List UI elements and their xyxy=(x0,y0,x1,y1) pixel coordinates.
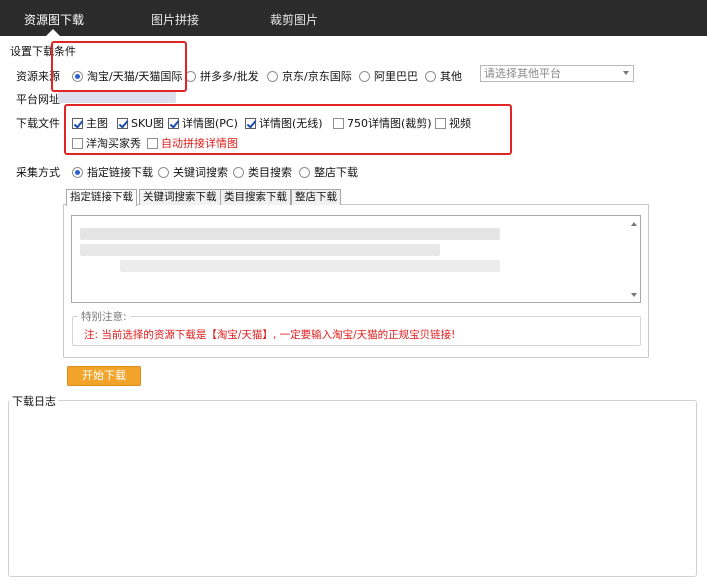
checkbox-checked-icon xyxy=(245,118,256,129)
checkbox-icon xyxy=(435,118,446,129)
checkbox-icon xyxy=(72,138,83,149)
collect-mode-label: 采集方式 xyxy=(16,166,60,179)
source-option-jd[interactable]: 京东/京东国际 xyxy=(267,68,352,84)
tab-resource-download[interactable]: 资源图下载 xyxy=(24,11,84,28)
checkbox-icon xyxy=(147,138,158,149)
checkbox-checked-icon xyxy=(72,118,83,129)
subtab-store-download[interactable]: 整店下载 xyxy=(291,189,341,205)
active-tab-caret-icon xyxy=(46,29,60,36)
radio-icon xyxy=(185,71,196,82)
scroll-up-icon[interactable] xyxy=(631,222,637,226)
checkbox-checked-icon xyxy=(117,118,128,129)
download-log-title: 下载日志 xyxy=(12,395,56,408)
radio-icon xyxy=(267,71,278,82)
radio-icon xyxy=(425,71,436,82)
file-option-video[interactable]: 视频 xyxy=(435,115,471,131)
file-option-sku-image[interactable]: SKU图 xyxy=(117,115,164,131)
settings-section-title: 设置下载条件 xyxy=(10,45,76,58)
source-option-pinduoduo[interactable]: 拼多多/批发 xyxy=(185,68,259,84)
tab-crop-image[interactable]: 裁剪图片 xyxy=(270,11,318,28)
download-files-label: 下载文件 xyxy=(16,117,60,130)
radio-checked-icon xyxy=(72,167,83,178)
other-platform-select[interactable]: 请选择其他平台 xyxy=(480,65,634,82)
source-option-alibaba[interactable]: 阿里巴巴 xyxy=(359,68,418,84)
collect-option-category[interactable]: 类目搜索 xyxy=(233,164,292,180)
download-log-box xyxy=(8,400,697,577)
radio-checked-icon xyxy=(72,71,83,82)
file-option-main-image[interactable]: 主图 xyxy=(72,115,108,131)
tab-image-stitch[interactable]: 图片拼接 xyxy=(151,11,199,28)
platform-url-value-redacted xyxy=(58,91,176,103)
radio-icon xyxy=(233,167,244,178)
notice-legend: 特别注意: xyxy=(78,309,130,324)
radio-icon xyxy=(158,167,169,178)
collect-option-store[interactable]: 整店下载 xyxy=(299,164,358,180)
redacted-link-line-1 xyxy=(80,228,500,240)
redacted-link-line-2 xyxy=(80,244,440,256)
notice-text: 注: 当前选择的资源下载是【淘宝/天猫】, 一定要输入淘宝/天猫的正规宝贝链接! xyxy=(84,329,456,341)
start-download-button[interactable]: 开始下载 xyxy=(67,366,141,386)
source-label: 资源来源 xyxy=(16,70,60,83)
file-option-buyer-show[interactable]: 洋淘买家秀 xyxy=(72,135,141,151)
collect-option-keyword[interactable]: 关键词搜索 xyxy=(158,164,228,180)
subtab-keyword-download[interactable]: 关键词搜索下载 xyxy=(139,189,221,205)
file-option-detail-pc[interactable]: 详情图(PC) xyxy=(168,115,238,131)
radio-icon xyxy=(359,71,370,82)
checkbox-checked-icon xyxy=(168,118,179,129)
source-option-other[interactable]: 其他 xyxy=(425,68,462,84)
platform-url-label: 平台网址 xyxy=(16,93,60,106)
top-tab-bar: 资源图下载 图片拼接 裁剪图片 xyxy=(0,0,707,36)
redacted-link-line-3 xyxy=(120,260,500,272)
source-option-taobao[interactable]: 淘宝/天猫/天猫国际 xyxy=(72,68,182,84)
checkbox-icon xyxy=(333,118,344,129)
scroll-down-icon[interactable] xyxy=(631,293,637,297)
subtab-link-download[interactable]: 指定链接下载 xyxy=(66,189,137,206)
file-option-auto-stitch[interactable]: 自动拼接详情图 xyxy=(147,135,238,151)
file-option-750-detail[interactable]: 750详情图(裁剪) xyxy=(333,115,432,131)
chevron-down-icon xyxy=(623,71,629,75)
collect-option-link[interactable]: 指定链接下载 xyxy=(72,164,153,180)
radio-icon xyxy=(299,167,310,178)
subtab-category-download[interactable]: 类目搜索下载 xyxy=(220,189,291,205)
file-option-detail-mobile[interactable]: 详情图(无线) xyxy=(245,115,323,131)
